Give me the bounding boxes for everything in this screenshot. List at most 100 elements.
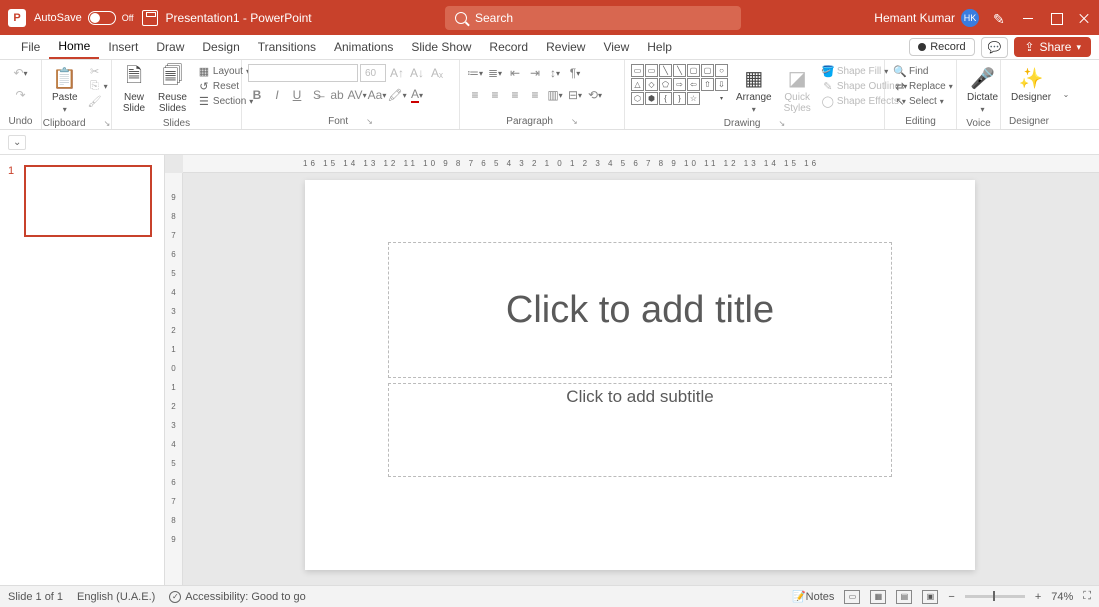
tab-slide-show[interactable]: Slide Show [402, 35, 480, 59]
share-button[interactable]: ⇪Share▾ [1014, 37, 1091, 57]
reuse-slides-button[interactable]: 🗐Reuse Slides [154, 64, 191, 116]
maximize-button[interactable] [1049, 11, 1063, 25]
comments-button[interactable]: 💬 [981, 37, 1009, 58]
zoom-out-button[interactable]: − [948, 591, 954, 603]
find-button[interactable]: 🔍Find [891, 64, 956, 78]
slide-editor[interactable]: 16 15 14 13 12 11 10 9 8 7 6 5 4 3 2 1 0… [165, 155, 1099, 585]
copy-button[interactable]: ⎘▾ [86, 79, 111, 93]
chevron-down-icon: ▾ [1076, 42, 1081, 53]
tab-transitions[interactable]: Transitions [249, 35, 325, 59]
user-account[interactable]: Hemant Kumar HK [874, 9, 979, 27]
increase-indent-button[interactable]: ⇥ [526, 64, 544, 82]
normal-view-button[interactable]: ▭ [844, 590, 860, 604]
tab-animations[interactable]: Animations [325, 35, 402, 59]
decrease-font-button[interactable]: A↓ [408, 64, 426, 82]
align-text-button[interactable]: ⊟▾ [566, 86, 584, 104]
scissors-icon: ✂ [89, 65, 101, 77]
change-case-button[interactable]: Aa▾ [368, 86, 386, 104]
reset-icon: ↺ [198, 80, 210, 92]
replace-button[interactable]: ⇄Replace▾ [891, 79, 956, 93]
zoom-slider[interactable] [965, 595, 1025, 598]
slideshow-view-button[interactable]: ▣ [922, 590, 938, 604]
redo-button[interactable]: ↷ [12, 86, 30, 104]
paste-button[interactable]: 📋Paste▾ [48, 64, 82, 116]
tab-insert[interactable]: Insert [99, 35, 147, 59]
font-color-button[interactable]: A▾ [408, 86, 426, 104]
reading-view-button[interactable]: ▤ [896, 590, 912, 604]
numbering-button[interactable]: ≣▾ [486, 64, 504, 82]
shadow-button[interactable]: ab [328, 86, 346, 104]
dialog-launcher-icon[interactable]: ↘ [571, 117, 578, 126]
clear-formatting-button[interactable]: Aₓ [428, 64, 446, 82]
cut-button[interactable]: ✂ [86, 64, 111, 78]
quick-access-dropdown[interactable]: ⌄ [8, 135, 26, 150]
quick-styles-icon: ◪ [785, 66, 809, 90]
decrease-indent-button[interactable]: ⇤ [506, 64, 524, 82]
bullets-button[interactable]: ≔▾ [466, 64, 484, 82]
line-spacing-button[interactable]: ↕▾ [546, 64, 564, 82]
language-indicator[interactable]: English (U.A.E.) [77, 591, 155, 603]
tab-review[interactable]: Review [537, 35, 594, 59]
format-painter-button[interactable]: 🖌 [86, 94, 111, 108]
ribbon-collapse-button[interactable]: ⌄ [1057, 60, 1075, 129]
bold-button[interactable]: B [248, 86, 266, 104]
select-button[interactable]: ↖Select▾ [891, 94, 956, 108]
text-direction-button[interactable]: ¶▾ [566, 64, 584, 82]
accessibility-status[interactable]: ✓Accessibility: Good to go [169, 591, 305, 603]
dialog-launcher-icon[interactable]: ↘ [778, 119, 785, 128]
columns-button[interactable]: ▥▾ [546, 86, 564, 104]
arrange-button[interactable]: ▦Arrange▾ [732, 64, 776, 116]
save-icon[interactable] [142, 10, 158, 26]
coming-soon-icon[interactable] [993, 11, 1007, 25]
tab-design[interactable]: Design [193, 35, 248, 59]
dictate-button[interactable]: 🎤Dictate▾ [963, 64, 1002, 116]
font-name-input[interactable] [248, 64, 358, 82]
close-button[interactable] [1077, 11, 1091, 25]
ribbon: ↶▾ ↷ Undo 📋Paste▾ ✂ ⎘▾ 🖌 Clipboard↘ 🗎New… [0, 60, 1099, 130]
autosave-toggle[interactable]: AutoSave Off [34, 11, 134, 25]
tab-view[interactable]: View [594, 35, 638, 59]
justify-button[interactable]: ≡ [526, 86, 544, 104]
align-center-button[interactable]: ≡ [486, 86, 504, 104]
tab-home[interactable]: Home [49, 35, 99, 59]
strikethrough-button[interactable]: S̶ [308, 86, 326, 104]
tab-help[interactable]: Help [638, 35, 681, 59]
spacing-button[interactable]: AV▾ [348, 86, 366, 104]
tab-draw[interactable]: Draw [147, 35, 193, 59]
align-right-button[interactable]: ≡ [506, 86, 524, 104]
title-placeholder[interactable]: Click to add title [388, 242, 892, 378]
fit-to-window-button[interactable]: ⛶ [1083, 590, 1091, 603]
tab-file[interactable]: File [12, 35, 49, 59]
toggle-switch-icon[interactable] [88, 11, 116, 25]
dialog-launcher-icon[interactable]: ↘ [366, 117, 373, 126]
subtitle-placeholder[interactable]: Click to add subtitle [388, 383, 892, 477]
slide-thumbnail-pane[interactable]: 1 [0, 155, 165, 585]
tab-record[interactable]: Record [480, 35, 537, 59]
smartart-button[interactable]: ⟲▾ [586, 86, 604, 104]
designer-button[interactable]: ✨Designer [1007, 64, 1055, 105]
dialog-launcher-icon[interactable]: ↘ [104, 119, 111, 128]
subtitle-text: Click to add subtitle [566, 387, 713, 407]
zoom-level[interactable]: 74% [1051, 591, 1073, 603]
zoom-in-button[interactable]: + [1035, 591, 1041, 603]
notes-button[interactable]: 📝Notes [792, 590, 834, 603]
sorter-view-button[interactable]: ▦ [870, 590, 886, 604]
search-box[interactable]: Search [445, 6, 741, 30]
minimize-button[interactable] [1021, 11, 1035, 25]
highlight-button[interactable]: 🖍▾ [388, 86, 406, 104]
font-size-input[interactable]: 60 [360, 64, 386, 82]
align-left-button[interactable]: ≡ [466, 86, 484, 104]
shapes-gallery[interactable]: ▭▭╲╲▢▢○ △◇⬠⇨⇦⇧⇩ ⬡⬢{}☆▾ [631, 64, 728, 105]
slide-counter[interactable]: Slide 1 of 1 [8, 591, 63, 603]
undo-button[interactable]: ↶▾ [12, 64, 30, 82]
increase-font-button[interactable]: A↑ [388, 64, 406, 82]
record-button[interactable]: Record [909, 38, 974, 56]
slide-canvas[interactable]: Click to add title Click to add subtitle [305, 180, 975, 570]
main-area: 1 16 15 14 13 12 11 10 9 8 7 6 5 4 3 2 1… [0, 155, 1099, 585]
italic-button[interactable]: I [268, 86, 286, 104]
new-slide-button[interactable]: 🗎New Slide [118, 64, 150, 116]
underline-button[interactable]: U [288, 86, 306, 104]
quick-styles-button[interactable]: ◪Quick Styles [780, 64, 815, 116]
slide-thumbnail[interactable] [24, 165, 152, 237]
menu-bar: FileHomeInsertDrawDesignTransitionsAnima… [0, 35, 1099, 60]
